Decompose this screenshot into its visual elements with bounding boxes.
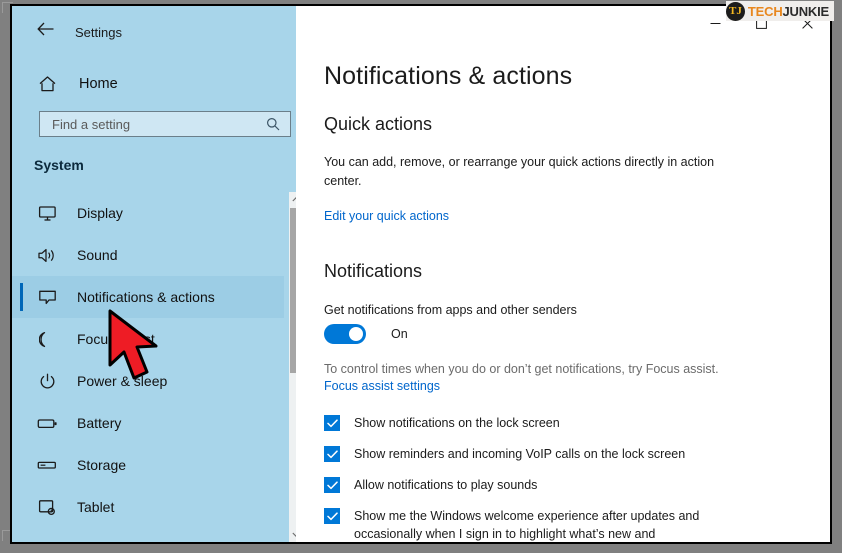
sidebar-item-battery-label: Battery [77, 415, 122, 431]
checkbox-checked-icon[interactable] [324, 415, 340, 431]
focus-assist-hint: To control times when you do or don’t ge… [324, 362, 719, 376]
checkbox-checked-icon[interactable] [324, 446, 340, 462]
checkbox-row[interactable]: Show me the Windows welcome experience a… [324, 507, 794, 542]
tablet-icon [36, 496, 58, 518]
content-scroll-down-button[interactable] [830, 532, 832, 544]
content-pane: Notifications & actions Quick actions Yo… [296, 6, 830, 542]
toggle-knob [349, 327, 363, 341]
storage-drive-icon [36, 454, 58, 476]
selection-accent-bar [20, 325, 23, 353]
checkbox-label: Show reminders and incoming VoIP calls o… [354, 447, 686, 461]
sidebar-item-storage[interactable]: Storage [12, 444, 284, 486]
checkbox-checked-icon[interactable] [324, 477, 340, 493]
checkbox-row[interactable]: Allow notifications to play sounds [324, 476, 794, 494]
sidebar-item-focus-assist[interactable]: Focus assist [12, 318, 284, 360]
watermark-text-primary: TECH [747, 3, 783, 19]
sidebar: Settings Home Find a setting System Disp… [12, 6, 303, 542]
selection-accent-bar [20, 451, 23, 479]
sidebar-item-tablet-label: Tablet [77, 499, 115, 515]
focus-assist-settings-link[interactable]: Focus assist settings [324, 379, 440, 393]
edit-quick-actions-link[interactable]: Edit your quick actions [324, 209, 449, 223]
checkbox-label: Show notifications on the lock screen [354, 416, 560, 430]
checkbox-label: Show me the Windows welcome experience a… [354, 509, 700, 541]
techjunkie-logo-text: TJ [729, 4, 742, 17]
settings-window: Settings Home Find a setting System Disp… [10, 4, 832, 544]
checkbox-label: Allow notifications to play sounds [354, 478, 538, 492]
sidebar-item-focus-assist-label: Focus assist [77, 331, 155, 347]
selection-accent-bar [20, 199, 23, 227]
sidebar-item-power-and-sleep[interactable]: Power & sleep [12, 360, 284, 402]
page-title: Notifications & actions [324, 62, 573, 90]
content-scrollbar-thumb[interactable] [831, 117, 832, 257]
techjunkie-watermark: TJ TECH JUNKIE [725, 1, 834, 21]
checkbox-row[interactable]: Show reminders and incoming VoIP calls o… [324, 445, 794, 463]
sidebar-nav-list: Display Sound Notifications & actions Fo… [12, 192, 284, 542]
back-arrow-icon [36, 22, 53, 36]
sidebar-item-storage-label: Storage [77, 457, 127, 473]
quick-actions-heading: Quick actions [324, 114, 433, 134]
notifications-heading: Notifications [324, 261, 423, 281]
selection-accent-bar [20, 367, 23, 395]
search-box[interactable] [39, 111, 291, 137]
app-title: Settings [75, 25, 122, 40]
selection-accent-bar [20, 241, 23, 269]
screen-root: Settings Home Find a setting System Disp… [0, 0, 842, 553]
search-input[interactable] [50, 115, 254, 133]
notifications-toggle-state: On [391, 327, 408, 341]
sidebar-item-battery[interactable]: Battery [12, 402, 284, 444]
battery-icon [36, 412, 58, 434]
notification-bubble-icon [36, 286, 58, 308]
checkbox-row[interactable]: Show notifications on the lock screen [324, 414, 794, 432]
checkbox-checked-icon[interactable] [324, 508, 340, 524]
notifications-toggle-row: On [324, 324, 408, 344]
notification-options-list: Show notifications on the lock screen Sh… [324, 414, 794, 542]
notifications-toggle-label: Get notifications from apps and other se… [324, 303, 577, 317]
moon-icon [36, 328, 58, 350]
selection-accent-bar [20, 493, 23, 521]
monitor-icon [36, 202, 58, 224]
watermark-text-secondary: JUNKIE [782, 3, 830, 19]
sidebar-item-home[interactable]: Home [12, 70, 272, 98]
sidebar-item-display-label: Display [77, 205, 123, 221]
sidebar-item-home-label: Home [79, 76, 118, 92]
sidebar-item-notifications-label: Notifications & actions [77, 289, 215, 305]
power-icon [36, 370, 58, 392]
sidebar-item-notifications-and-actions[interactable]: Notifications & actions [12, 276, 284, 318]
techjunkie-logo-icon: TJ [725, 1, 745, 21]
selection-accent-bar [20, 409, 23, 437]
sidebar-item-display[interactable]: Display [12, 192, 284, 234]
home-icon [35, 73, 59, 95]
back-button[interactable] [30, 18, 60, 40]
sidebar-item-power-and-sleep-label: Power & sleep [77, 373, 168, 389]
notifications-toggle[interactable] [324, 324, 366, 344]
window-titlebar: Settings [12, 6, 296, 48]
content-scrollbar[interactable] [830, 102, 832, 544]
sidebar-group-heading: System [34, 157, 84, 173]
speaker-icon [36, 244, 58, 266]
sidebar-item-sound[interactable]: Sound [12, 234, 284, 276]
content-scroll-up-button[interactable] [830, 102, 832, 116]
selection-accent-bar [20, 283, 23, 311]
minimize-icon [710, 22, 720, 24]
sidebar-item-tablet[interactable]: Tablet [12, 486, 284, 528]
search-icon[interactable] [266, 117, 280, 131]
sidebar-item-sound-label: Sound [77, 247, 118, 263]
quick-actions-description: You can add, remove, or rearrange your q… [324, 155, 715, 188]
